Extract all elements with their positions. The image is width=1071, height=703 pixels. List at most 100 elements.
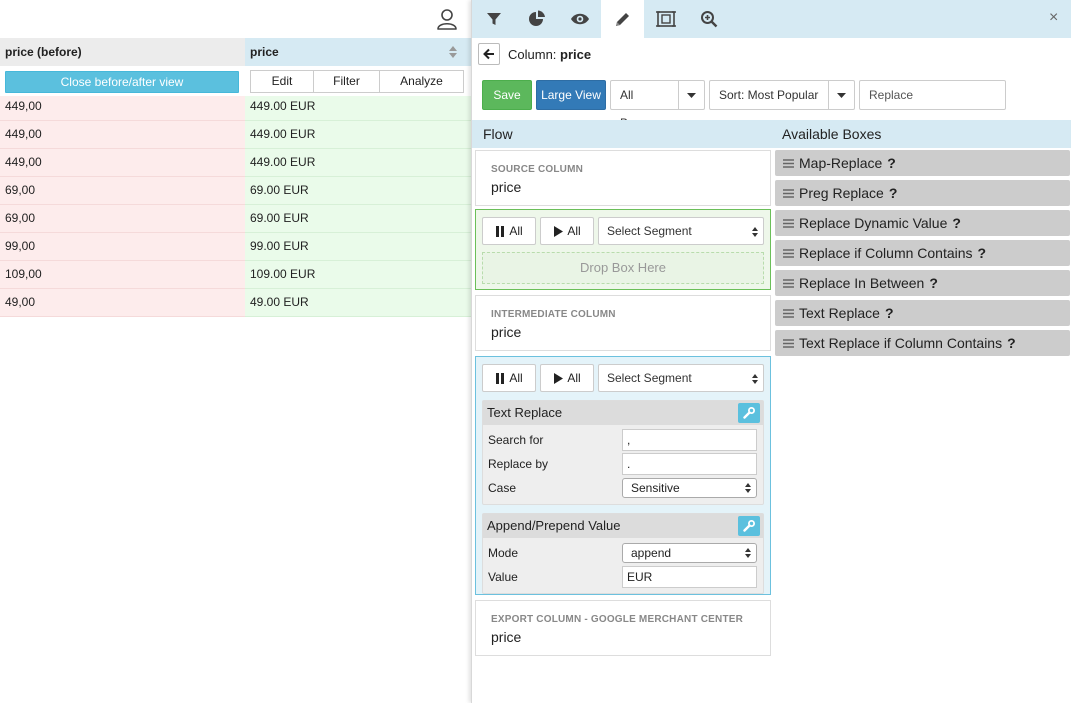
segment-select[interactable]: Select Segment [598, 217, 764, 245]
available-box-item[interactable]: Preg Replace ? [775, 180, 1070, 206]
help-icon[interactable]: ? [885, 300, 894, 326]
replace-by-input[interactable]: . [622, 453, 757, 475]
section-header: Flow Available Boxes [472, 120, 1071, 148]
available-box-item[interactable]: Replace In Between ? [775, 270, 1070, 296]
value-row: Value EUR [483, 565, 763, 589]
drop-zone[interactable]: Drop Box Here [482, 252, 764, 284]
table-row: 49,00 49.00 EUR [0, 289, 471, 317]
after-column-header[interactable]: price [245, 38, 471, 66]
mode-select[interactable]: append [622, 543, 757, 563]
drag-handle-icon[interactable] [783, 218, 794, 228]
drag-handle-icon[interactable] [783, 278, 794, 288]
available-box-item[interactable]: Text Replace ? [775, 300, 1070, 326]
close-icon[interactable]: × [1049, 10, 1061, 26]
table-row: 449,00 449.00 EUR [0, 96, 471, 121]
drag-handle-icon[interactable] [783, 188, 794, 198]
breadcrumb-prefix: Column: [508, 46, 557, 62]
boxes-filter-dropdown[interactable]: All Boxes [610, 80, 705, 130]
updown-arrows-icon [752, 227, 758, 237]
wrench-icon [743, 520, 755, 532]
intermediate-column-label: INTERMEDIATE COLUMN [491, 309, 616, 320]
available-boxes-title: Available Boxes [782, 126, 882, 142]
preview-tool[interactable] [558, 0, 601, 38]
drag-handle-icon[interactable] [783, 158, 794, 168]
play-all-button[interactable]: All [540, 364, 594, 392]
drag-handle-icon[interactable] [783, 338, 794, 348]
pause-all-label: All [509, 371, 523, 385]
available-box-item[interactable]: Map-Replace ? [775, 150, 1070, 176]
pause-all-button[interactable]: All [482, 217, 536, 245]
available-box-item[interactable]: Replace if Column Contains ? [775, 240, 1070, 266]
sort-label[interactable]: Sort: Most Popular [709, 80, 829, 110]
search-for-input[interactable]: , [622, 429, 757, 451]
case-select[interactable]: Sensitive [622, 478, 757, 498]
available-box-item[interactable]: Replace Dynamic Value ? [775, 210, 1070, 236]
pause-all-button[interactable]: All [482, 364, 536, 392]
before-cell: 449,00 [0, 149, 245, 177]
text-replace-settings-button[interactable] [738, 403, 760, 423]
available-boxes-list: Map-Replace ? Preg Replace ? Replace Dyn… [775, 150, 1070, 360]
help-icon[interactable]: ? [952, 210, 961, 236]
search-for-label: Search for [488, 433, 544, 447]
help-icon[interactable]: ? [929, 270, 938, 296]
edit-tool[interactable] [601, 0, 644, 38]
close-before-after-button[interactable]: Close before/after view [5, 71, 239, 93]
segment-box: All All Select Segment Drop Box Here [475, 209, 771, 290]
available-box-item[interactable]: Text Replace if Column Contains ? [775, 330, 1070, 356]
append-prepend-box: Append/Prepend Value Mode append Value E… [482, 513, 764, 594]
filter-button[interactable]: Filter [313, 70, 380, 93]
segment-select-value: Select Segment [607, 224, 692, 238]
table-row: 109,00 109.00 EUR [0, 261, 471, 289]
large-view-button[interactable]: Large View [536, 80, 606, 110]
export-column-label: EXPORT COLUMN - GOOGLE MERCHANT CENTER [491, 614, 744, 625]
filter-tool[interactable] [472, 0, 515, 38]
frame-tool[interactable] [644, 0, 687, 38]
crop-frame-icon [655, 11, 676, 27]
before-cell: 69,00 [0, 205, 245, 233]
append-prepend-settings-button[interactable] [738, 516, 760, 536]
table-row: 69,00 69.00 EUR [0, 205, 471, 233]
before-cell: 49,00 [0, 289, 245, 317]
drag-handle-icon[interactable] [783, 308, 794, 318]
help-icon[interactable]: ? [887, 150, 896, 176]
back-button[interactable] [478, 43, 500, 65]
sort-caret[interactable] [829, 80, 855, 110]
save-button[interactable]: Save [482, 80, 532, 110]
help-icon[interactable]: ? [1007, 330, 1016, 356]
play-all-button[interactable]: All [540, 217, 594, 245]
drag-handle-icon[interactable] [783, 248, 794, 258]
help-icon[interactable]: ? [978, 240, 987, 266]
before-after-panel: price (before) price Close before/after … [0, 0, 471, 703]
available-box-label: Replace if Column Contains [799, 245, 973, 261]
pause-icon [496, 372, 505, 384]
play-all-label: All [567, 224, 581, 238]
sort-dropdown[interactable]: Sort: Most Popular [709, 80, 855, 110]
boxes-filter-caret[interactable] [679, 80, 705, 110]
breadcrumb: Column: price [478, 42, 591, 66]
zoom-tool[interactable] [687, 0, 730, 38]
flow-title: Flow [483, 126, 513, 142]
before-cell: 69,00 [0, 177, 245, 205]
boxes-filter-label[interactable]: All Boxes [610, 80, 679, 130]
value-input[interactable]: EUR [622, 566, 757, 588]
edit-button[interactable]: Edit [250, 70, 314, 93]
source-column-value: price [491, 179, 522, 195]
segment-select[interactable]: Select Segment [598, 364, 764, 392]
breadcrumb-column: price [560, 46, 592, 62]
mode-label: Mode [488, 546, 519, 560]
analyze-button[interactable]: Analyze [379, 70, 464, 93]
case-row: Case Sensitive [483, 476, 763, 500]
append-prepend-header[interactable]: Append/Prepend Value [483, 514, 763, 538]
user-icon[interactable] [436, 8, 458, 30]
intermediate-column-box: INTERMEDIATE COLUMN price [475, 295, 771, 351]
help-icon[interactable]: ? [889, 180, 898, 206]
sort-icon[interactable] [449, 46, 457, 58]
segment-select-value: Select Segment [607, 371, 692, 385]
caret-down-icon [837, 92, 846, 98]
after-cell: 109.00 EUR [245, 261, 471, 289]
box-search-input[interactable]: Replace [859, 80, 1006, 110]
analyze-tool[interactable] [515, 0, 558, 38]
source-column-box: SOURCE COLUMN price [475, 150, 771, 206]
text-replace-header[interactable]: Text Replace [483, 401, 763, 425]
updown-arrows-icon [745, 483, 751, 493]
